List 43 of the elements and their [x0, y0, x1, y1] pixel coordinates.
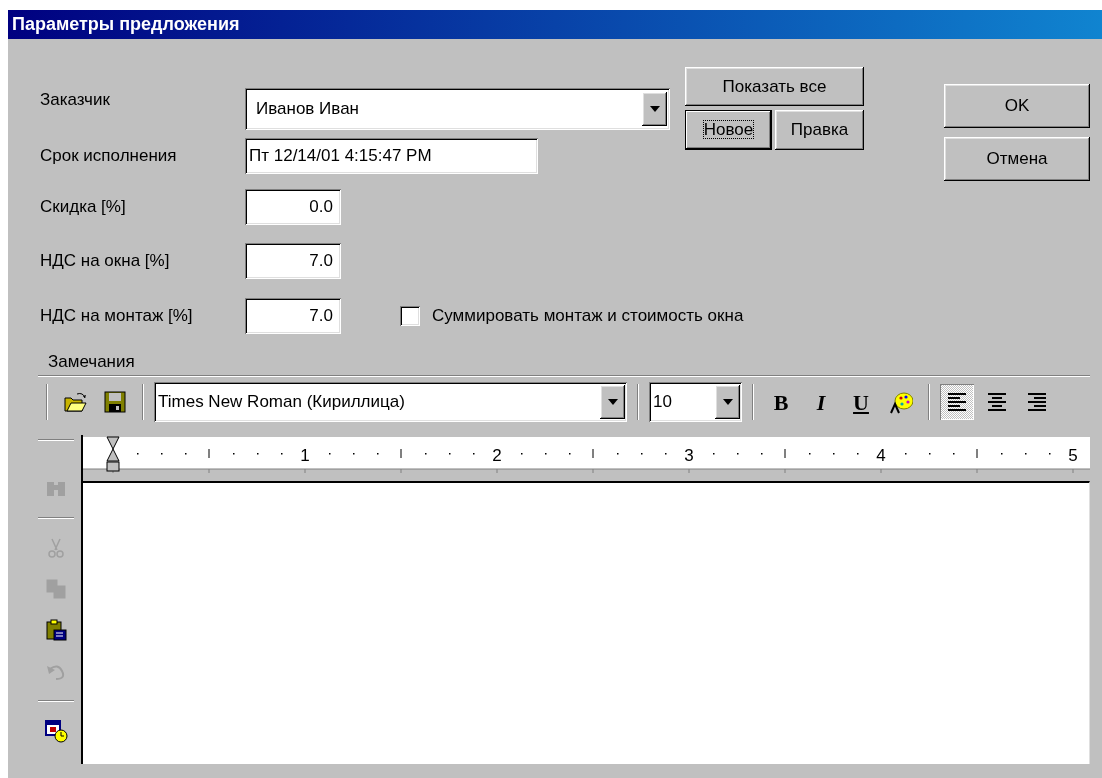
palette-icon[interactable] [889, 390, 913, 414]
show-all-button[interactable]: Показать все [685, 67, 864, 106]
customer-button[interactable]: Правка [775, 110, 864, 150]
ruler-number: 3 [684, 445, 694, 465]
open-folder-icon[interactable] [63, 390, 87, 414]
number-field[interactable]: 7.0 [245, 297, 341, 334]
checkbox[interactable] [400, 305, 420, 326]
combo-text-field[interactable]: Иванов Иван [248, 95, 642, 123]
align-center-icon[interactable] [985, 390, 1009, 414]
combo-text-field[interactable]: Times New Roman (Кириллица) [156, 388, 600, 416]
number-field[interactable]: 7.0 [245, 242, 341, 279]
number-field[interactable]: 0.0 [245, 188, 341, 225]
customer-button[interactable]: Новое [685, 110, 772, 150]
align-right-icon[interactable] [1025, 390, 1049, 414]
field-label: НДС на окна [%] [40, 249, 171, 272]
ruler-number: 2 [492, 445, 502, 465]
ruler-number: 1 [300, 445, 310, 465]
font-combo[interactable]: Times New Roman (Кириллица) [154, 382, 627, 422]
notes-label: Замечания [48, 351, 135, 373]
window-title: Параметры предложения [8, 10, 1102, 39]
ruler-number: 5 [1068, 445, 1078, 465]
ok-button[interactable]: OK [944, 84, 1090, 128]
italic-button[interactable]: I [804, 384, 838, 420]
ruler-number: 4 [876, 445, 886, 465]
combo-text-field[interactable]: 10 [651, 388, 715, 416]
bold-button[interactable]: B [764, 384, 798, 420]
dropdown-button[interactable] [642, 92, 667, 126]
field-label: Скидка [%] [40, 195, 127, 218]
indent-marker-icon[interactable] [106, 436, 120, 471]
calendar-clock-icon[interactable] [43, 718, 68, 743]
field-label: Заказчик [40, 88, 111, 111]
field-label: НДС на монтаж [%] [40, 304, 194, 327]
customer-combo[interactable]: Иванов Иван [245, 88, 670, 130]
align-left-icon[interactable] [945, 390, 969, 414]
checkbox-label: Суммировать монтаж и стоимость окна [432, 304, 744, 327]
font-size-combo[interactable]: 10 [649, 382, 742, 422]
dropdown-button[interactable] [600, 385, 625, 419]
clipboard-icon[interactable] [43, 617, 68, 642]
dropdown-button[interactable] [715, 385, 740, 419]
cancel-button[interactable]: Отмена [944, 137, 1090, 181]
date-field[interactable]: Пт 12/14/01 4:15:47 PM [245, 138, 538, 174]
underline-button[interactable]: U [844, 384, 878, 420]
field-label: Срок исполнения [40, 145, 178, 168]
